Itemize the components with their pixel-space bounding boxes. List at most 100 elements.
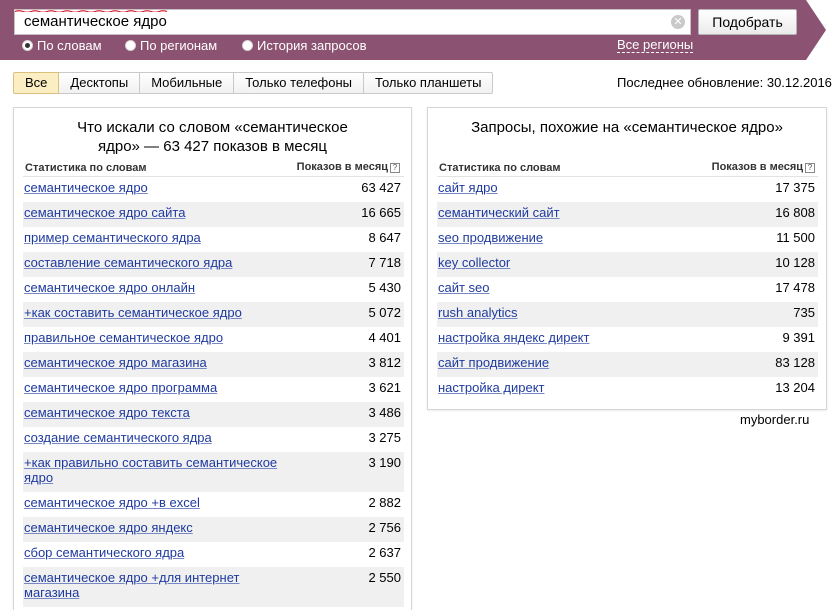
table-row: семантическое ядро 63 427: [23, 177, 404, 202]
help-icon[interactable]: ?: [805, 163, 815, 173]
query-link[interactable]: семантическое ядро онлайн: [24, 280, 294, 295]
table-row: настройка яндекс директ 9 391: [437, 327, 818, 352]
impressions-count: 3 275: [368, 430, 401, 445]
impressions-count: 5 072: [368, 305, 401, 320]
query-link[interactable]: семантическое ядро: [24, 180, 294, 195]
impressions-count: 2 550: [368, 570, 401, 585]
table-row: правильное семантическое ядро 4 401: [23, 327, 404, 352]
query-link[interactable]: настройка директ: [438, 380, 708, 395]
impressions-count: 4 401: [368, 330, 401, 345]
query-link[interactable]: семантическое ядро магазина: [24, 355, 294, 370]
tab-tablets-only[interactable]: Только планшеты: [364, 72, 494, 94]
help-icon[interactable]: ?: [390, 163, 400, 173]
all-regions-link[interactable]: Все регионы: [617, 38, 694, 53]
table-row: настройка директ 13 204: [437, 377, 818, 402]
impressions-count: 8 647: [368, 230, 401, 245]
query-link[interactable]: сайт ядро: [438, 180, 708, 195]
impressions-count: 3 190: [368, 455, 401, 470]
query-link[interactable]: семантическое ядро +в excel: [24, 495, 294, 510]
table-row: сайт продвижение 83 128: [437, 352, 818, 377]
query-link[interactable]: создание семантического ядра: [24, 430, 294, 445]
tab-mobile[interactable]: Мобильные: [140, 72, 235, 94]
query-link[interactable]: составление семантического ядра: [24, 255, 294, 270]
table-row: сбор семантического ядра 2 637: [23, 542, 404, 567]
impressions-count: 3 621: [368, 380, 401, 395]
query-link[interactable]: семантическое ядро сайта: [24, 205, 294, 220]
impressions-count: 7 718: [368, 255, 401, 270]
mode-history[interactable]: История запросов: [242, 38, 367, 53]
impressions-count: 3 812: [368, 355, 401, 370]
last-update-text: Последнее обновление: 30.12.2016: [617, 75, 832, 90]
impressions-count: 2 756: [368, 520, 401, 535]
impressions-count: 11 500: [776, 230, 815, 245]
radio-icon[interactable]: [242, 40, 253, 51]
query-link[interactable]: сайт seo: [438, 280, 708, 295]
impressions-count: 2 637: [368, 545, 401, 560]
tab-all[interactable]: Все: [13, 72, 60, 94]
radio-icon[interactable]: [125, 40, 136, 51]
impressions-count: 5 430: [368, 280, 401, 295]
panel-title-line1: Что искали со словом «семантическое: [77, 119, 348, 136]
impressions-count: 10 128: [775, 255, 815, 270]
table-row: сайт ядро 17 375: [437, 177, 818, 202]
query-link[interactable]: seo продвижение: [438, 230, 708, 245]
column-header-query: Статистика по словам: [25, 162, 147, 174]
clear-icon[interactable]: ✕: [671, 15, 685, 29]
query-link[interactable]: семантическое ядро текста: [24, 405, 294, 420]
query-link[interactable]: сайт продвижение: [438, 355, 708, 370]
mode-by-words[interactable]: По словам: [22, 38, 102, 53]
query-link[interactable]: настройка яндекс директ: [438, 330, 708, 345]
panel-title-line2: ядро» — 63 427 показов в месяц: [97, 138, 327, 155]
search-query-text[interactable]: семантическое ядро: [24, 13, 167, 30]
table-row: семантическое ядро программа 3 621: [23, 377, 404, 402]
query-link[interactable]: key collector: [438, 255, 708, 270]
watermark-text: myborder.ru: [740, 412, 810, 427]
radio-icon[interactable]: [22, 40, 33, 51]
impressions-count: 63 427: [361, 180, 401, 195]
submit-button[interactable]: Подобрать: [698, 9, 797, 35]
query-link[interactable]: семантическое ядро программа: [24, 380, 294, 395]
query-link[interactable]: семантическое ядро +для интернет магазин…: [24, 570, 294, 600]
tab-desktops[interactable]: Десктопы: [59, 72, 141, 94]
table-row: key collector 10 128: [437, 252, 818, 277]
query-link[interactable]: правильное семантическое ядро: [24, 330, 294, 345]
query-link[interactable]: +как правильно составить семантическое я…: [24, 455, 294, 485]
table-row: семантическое ядро магазина 3 812: [23, 352, 404, 377]
tab-phones-only[interactable]: Только телефоны: [234, 72, 365, 94]
impressions-count: 3 486: [368, 405, 401, 420]
impressions-count: 83 128: [775, 355, 815, 370]
table-row: сайт seo 17 478: [437, 277, 818, 302]
device-tabs: Все Десктопы Мобильные Только телефоны Т…: [13, 72, 494, 94]
impressions-count: 9 391: [782, 330, 815, 345]
table-row: семантическое ядро онлайн 5 430: [23, 277, 404, 302]
search-input[interactable]: семантическое ядро ✕: [14, 9, 691, 35]
impressions-count: 2 882: [368, 495, 401, 510]
table-row: seo продвижение 11 500: [437, 227, 818, 252]
impressions-count: 16 665: [361, 205, 401, 220]
search-header: семантическое ядро ✕ Подобрать По словам…: [0, 0, 838, 60]
table-row: семантический сайт 16 808: [437, 202, 818, 227]
column-header-query: Статистика по словам: [439, 162, 561, 174]
query-link[interactable]: семантическое ядро яндекс: [24, 520, 294, 535]
similar-queries-panel: Запросы, похожие на «семантическое ядро»…: [427, 107, 827, 410]
table-row: пример семантического ядра 8 647: [23, 227, 404, 252]
words-stats-panel: Что искали со словом «семантическое ядро…: [13, 107, 412, 610]
query-link[interactable]: rush analytics: [438, 305, 708, 320]
column-header-count-label: Показов в месяц: [711, 161, 803, 173]
table-row: семантическое ядро +для интернет магазин…: [23, 567, 404, 607]
query-link[interactable]: семантический сайт: [438, 205, 708, 220]
table-row: семантическое ядро яндекс 2 756: [23, 517, 404, 542]
impressions-count: 16 808: [775, 205, 815, 220]
table-row: +как правильно составить семантическое я…: [23, 452, 404, 492]
mode-by-regions[interactable]: По регионам: [125, 38, 217, 53]
panel-title: Запросы, похожие на «семантическое ядро»: [471, 119, 783, 136]
column-header-count: Показов в месяц?: [712, 161, 815, 173]
query-link[interactable]: сбор семантического ядра: [24, 545, 294, 560]
query-link[interactable]: +как составить семантическое ядро: [24, 305, 294, 320]
table-row: семантическое ядро сайта 16 665: [23, 202, 404, 227]
table-row: составление семантического ядра 7 718: [23, 252, 404, 277]
query-link[interactable]: пример семантического ядра: [24, 230, 294, 245]
column-header-count-label: Показов в месяц: [296, 161, 388, 173]
impressions-count: 13 204: [775, 380, 815, 395]
impressions-count: 17 478: [775, 280, 815, 295]
